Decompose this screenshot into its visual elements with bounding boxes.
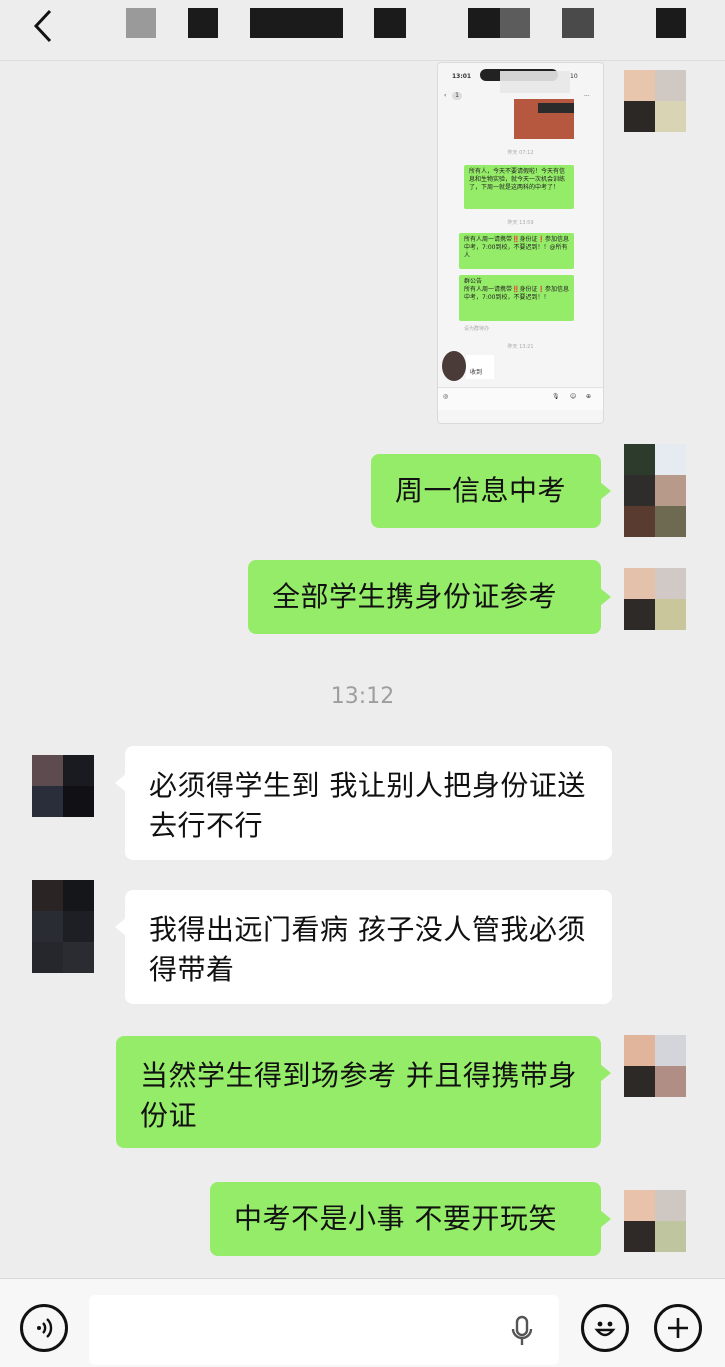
screenshot-time: 13:01 bbox=[452, 73, 472, 80]
message-bubble-other[interactable]: 我得出远门看病 孩子没人管我必须得带着 bbox=[115, 890, 612, 1004]
avatar[interactable] bbox=[32, 880, 94, 973]
avatar[interactable] bbox=[624, 1190, 686, 1252]
message-input[interactable] bbox=[89, 1295, 559, 1365]
screenshot-back-icon: ‹ bbox=[444, 92, 447, 99]
screenshot-timestamp: 昨天 07:12 bbox=[507, 150, 534, 156]
screenshot-tag: 设为群待办 bbox=[464, 326, 490, 332]
plus-button[interactable] bbox=[654, 1304, 702, 1352]
avatar[interactable] bbox=[624, 1035, 686, 1097]
input-bar bbox=[0, 1278, 725, 1367]
screenshot-timestamp: 昨天 13:59 bbox=[507, 220, 534, 226]
plus-icon bbox=[668, 1318, 688, 1338]
chat-timestamp: 13:12 bbox=[330, 684, 395, 709]
chevron-left-icon bbox=[33, 9, 52, 43]
screenshot-badge: 1 bbox=[452, 92, 462, 100]
screenshot-avatar bbox=[442, 351, 466, 381]
message-bubble-me[interactable]: 当然学生得到场参考 并且得携带身份证 bbox=[116, 1036, 611, 1148]
screenshot-voice-icon: ◎ bbox=[443, 393, 449, 400]
avatar[interactable] bbox=[624, 70, 686, 132]
redaction-block bbox=[500, 71, 570, 93]
voice-icon bbox=[37, 1318, 53, 1338]
message-bubble-me[interactable]: 中考不是小事 不要开玩笑 bbox=[210, 1182, 611, 1256]
screenshot-mic-icon: 🎙 bbox=[552, 393, 560, 400]
screenshot-message: 群公告 所有人周一请携带‼️身份证❗参加信息中考，7:00到校，不要迟到！！ bbox=[459, 275, 574, 321]
screenshot-emoji-icon: ☺ bbox=[570, 393, 577, 400]
mic-icon[interactable] bbox=[511, 1315, 533, 1347]
emoji-icon bbox=[594, 1321, 616, 1337]
voice-button[interactable] bbox=[20, 1304, 68, 1352]
message-bubble-other[interactable]: 必须得学生到 我让别人把身份证送去行不行 bbox=[115, 746, 612, 860]
screenshot-received: 收到 bbox=[470, 369, 483, 376]
avatar[interactable] bbox=[624, 444, 686, 537]
screenshot-timestamp: 昨天 13:21 bbox=[507, 344, 534, 350]
avatar[interactable] bbox=[624, 568, 686, 630]
message-bubble-me[interactable]: 全部学生携身份证参考 bbox=[248, 560, 611, 634]
screenshot-input-bar bbox=[438, 387, 603, 410]
back-button[interactable] bbox=[28, 6, 58, 46]
screenshot-battery: 10 bbox=[570, 73, 578, 80]
message-bubble-me[interactable]: 周一信息中考 bbox=[371, 454, 611, 528]
screenshot-plus-icon: ⊕ bbox=[586, 393, 592, 400]
chat-header bbox=[0, 0, 725, 61]
redaction-block bbox=[538, 103, 574, 113]
screenshot-message: 所有人周一请携带‼️身份证❗参加信息中考，7:00到校，不要迟到！！@所有人 bbox=[459, 233, 574, 269]
avatar[interactable] bbox=[32, 755, 94, 817]
screenshot-more: ... bbox=[584, 91, 590, 98]
screenshot-message: 所有人，今天不要请假啦！今天有信息和生物实验，就今天一次机会训练了，下周一就是这… bbox=[464, 165, 574, 209]
screenshot-image-message[interactable]: 13:01 10 ‹ 1 ... 昨天 07:12 所有人，今天不要请假啦！今天… bbox=[437, 62, 604, 424]
emoji-button[interactable] bbox=[581, 1304, 629, 1352]
